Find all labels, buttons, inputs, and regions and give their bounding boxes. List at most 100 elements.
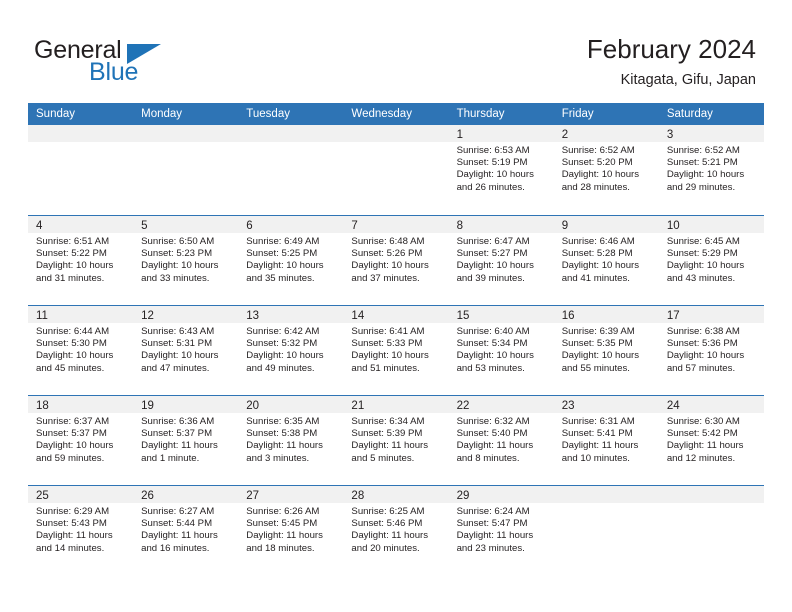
- day-cell-13[interactable]: 13 Sunrise: 6:42 AM Sunset: 5:32 PM Dayligh…: [238, 306, 344, 395]
- day-cell-25[interactable]: 25 Sunrise: 6:29 AM Sunset: 5:43 PM Dayligh…: [28, 486, 134, 575]
- sunrise-line: Sunrise: 6:34 AM: [351, 416, 425, 427]
- sunrise-line: Sunrise: 6:47 AM: [456, 236, 530, 247]
- day-cell-27[interactable]: 27 Sunrise: 6:26 AM Sunset: 5:45 PM Dayligh…: [238, 486, 344, 575]
- sunrise-line: Sunrise: 6:51 AM: [36, 236, 110, 247]
- day-cell-3[interactable]: 3 Sunrise: 6:52 AM Sunset: 5:21 PM Daylight…: [658, 125, 764, 215]
- daylight-line: Daylight: 11 hours and 1 minute.: [141, 440, 218, 464]
- day-cell-18[interactable]: 18 Sunrise: 6:37 AM Sunset: 5:37 PM Dayligh…: [28, 396, 134, 485]
- day-number-band: 28: [343, 486, 449, 503]
- day-info: Sunrise: 6:36 AM Sunset: 5:37 PM Daylight:…: [133, 413, 238, 465]
- day-info: Sunrise: 6:31 AM Sunset: 5:41 PM Daylight:…: [554, 413, 659, 465]
- day-info: Sunrise: 6:48 AM Sunset: 5:26 PM Daylight:…: [343, 233, 448, 285]
- day-cell-17[interactable]: 17 Sunrise: 6:38 AM Sunset: 5:36 PM Dayligh…: [658, 306, 764, 395]
- day-number-band: 17: [658, 306, 764, 323]
- daylight-line: Daylight: 11 hours and 18 minutes.: [246, 530, 323, 554]
- day-cell-5[interactable]: 5 Sunrise: 6:50 AM Sunset: 5:23 PM Daylight…: [133, 216, 239, 305]
- day-number-band: 7: [343, 216, 449, 233]
- day-info: Sunrise: 6:26 AM Sunset: 5:45 PM Daylight:…: [238, 503, 343, 555]
- day-cell-19[interactable]: 19 Sunrise: 6:36 AM Sunset: 5:37 PM Dayligh…: [133, 396, 239, 485]
- day-info: Sunrise: 6:50 AM Sunset: 5:23 PM Daylight:…: [133, 233, 238, 285]
- day-number-band: 3: [658, 125, 764, 142]
- day-number: 19: [141, 400, 154, 412]
- sunrise-line: Sunrise: 6:38 AM: [666, 326, 740, 337]
- daylight-line: Daylight: 10 hours and 55 minutes.: [561, 350, 640, 374]
- day-number-band: 26: [133, 486, 239, 503]
- sunset-line: Sunset: 5:43 PM: [36, 518, 107, 530]
- sunrise-line: Sunrise: 6:31 AM: [561, 416, 635, 427]
- day-cell-12[interactable]: 12 Sunrise: 6:43 AM Sunset: 5:31 PM Dayligh…: [133, 306, 239, 395]
- weekday-header-tuesday: Tuesday: [246, 108, 290, 120]
- day-cell-10[interactable]: 10 Sunrise: 6:45 AM Sunset: 5:29 PM Dayligh…: [658, 216, 764, 305]
- day-number-band: [343, 125, 449, 142]
- day-info: Sunrise: 6:37 AM Sunset: 5:37 PM Daylight:…: [28, 413, 133, 465]
- day-cell-20[interactable]: 20 Sunrise: 6:35 AM Sunset: 5:38 PM Dayligh…: [238, 396, 344, 485]
- calendar-week-row: 11 Sunrise: 6:44 AM Sunset: 5:30 PM Dayligh…: [28, 305, 764, 395]
- daylight-line: Daylight: 11 hours and 12 minutes.: [666, 440, 744, 464]
- sunset-line: Sunset: 5:37 PM: [36, 428, 107, 440]
- day-cell-29[interactable]: 29 Sunrise: 6:24 AM Sunset: 5:47 PM Dayligh…: [448, 486, 554, 575]
- day-number-band: [28, 125, 134, 142]
- sunrise-line: Sunrise: 6:39 AM: [561, 326, 635, 337]
- day-info: Sunrise: 6:30 AM Sunset: 5:42 PM Daylight:…: [659, 413, 764, 465]
- day-cell-21[interactable]: 21 Sunrise: 6:34 AM Sunset: 5:39 PM Dayligh…: [343, 396, 449, 485]
- day-cell-23[interactable]: 23 Sunrise: 6:31 AM Sunset: 5:41 PM Dayligh…: [553, 396, 659, 485]
- day-cell-16[interactable]: 16 Sunrise: 6:39 AM Sunset: 5:35 PM Dayligh…: [553, 306, 659, 395]
- day-info: Sunrise: 6:49 AM Sunset: 5:25 PM Daylight:…: [238, 233, 343, 285]
- day-cell-4[interactable]: 4 Sunrise: 6:51 AM Sunset: 5:22 PM Daylight…: [28, 216, 134, 305]
- sunrise-line: Sunrise: 6:32 AM: [456, 416, 530, 427]
- day-cell-9[interactable]: 9 Sunrise: 6:46 AM Sunset: 5:28 PM Daylight…: [553, 216, 659, 305]
- daylight-line: Daylight: 10 hours and 28 minutes.: [561, 169, 640, 193]
- sunrise-line: Sunrise: 6:40 AM: [456, 326, 530, 337]
- day-cell-26[interactable]: 26 Sunrise: 6:27 AM Sunset: 5:44 PM Dayligh…: [133, 486, 239, 575]
- day-cell-7[interactable]: 7 Sunrise: 6:48 AM Sunset: 5:26 PM Daylight…: [343, 216, 449, 305]
- daylight-line: Daylight: 11 hours and 23 minutes.: [456, 530, 534, 554]
- sunset-line: Sunset: 5:19 PM: [456, 157, 528, 169]
- day-cell-8[interactable]: 8 Sunrise: 6:47 AM Sunset: 5:27 PM Daylight…: [448, 216, 554, 305]
- day-cell-28[interactable]: 28 Sunrise: 6:25 AM Sunset: 5:46 PM Dayligh…: [343, 486, 449, 575]
- day-info: Sunrise: 6:51 AM Sunset: 5:22 PM Daylight:…: [28, 233, 133, 285]
- sunset-line: Sunset: 5:44 PM: [141, 518, 213, 530]
- sunset-line: Sunset: 5:20 PM: [561, 157, 633, 169]
- day-number: 1: [456, 129, 463, 141]
- day-cell-2[interactable]: 2 Sunrise: 6:52 AM Sunset: 5:20 PM Daylight…: [553, 125, 659, 215]
- day-cell-15[interactable]: 15 Sunrise: 6:40 AM Sunset: 5:34 PM Dayligh…: [448, 306, 554, 395]
- day-number: 12: [141, 310, 154, 322]
- daylight-line: Daylight: 10 hours and 35 minutes.: [246, 260, 324, 284]
- daylight-line: Daylight: 10 hours and 53 minutes.: [456, 350, 534, 374]
- day-cell-11[interactable]: 11 Sunrise: 6:44 AM Sunset: 5:30 PM Dayligh…: [28, 306, 134, 395]
- day-info: Sunrise: 6:41 AM Sunset: 5:33 PM Daylight:…: [343, 323, 448, 375]
- day-cell-1[interactable]: 1 Sunrise: 6:53 AM Sunset: 5:19 PM Daylight…: [448, 125, 554, 215]
- weekday-header-monday: Monday: [141, 108, 183, 120]
- day-number: 2: [561, 129, 569, 141]
- day-number-band: 4: [28, 216, 134, 233]
- sunrise-line: Sunrise: 6:52 AM: [666, 145, 740, 156]
- page-subtitle: Kitagata, Gifu, Japan: [620, 72, 756, 88]
- day-cell-22[interactable]: 22 Sunrise: 6:32 AM Sunset: 5:40 PM Dayligh…: [448, 396, 554, 485]
- day-number-band: 6: [238, 216, 344, 233]
- day-number-band: 29: [448, 486, 554, 503]
- general-blue-logo: General Blue: [34, 36, 214, 88]
- sunset-line: Sunset: 5:41 PM: [561, 428, 633, 440]
- daylight-line: Daylight: 11 hours and 3 minutes.: [246, 440, 323, 464]
- day-info: Sunrise: 6:39 AM Sunset: 5:35 PM Daylight:…: [554, 323, 659, 375]
- daylight-line: Daylight: 10 hours and 41 minutes.: [561, 260, 640, 284]
- day-number: 20: [246, 400, 260, 412]
- day-info: Sunrise: 6:46 AM Sunset: 5:28 PM Daylight:…: [554, 233, 659, 285]
- weekday-header-sunday: Sunday: [36, 108, 76, 120]
- daylight-line: Daylight: 10 hours and 33 minutes.: [141, 260, 219, 284]
- day-number-band: 22: [448, 396, 554, 413]
- day-info: Sunrise: 6:52 AM Sunset: 5:20 PM Daylight:…: [554, 142, 659, 194]
- sunrise-line: Sunrise: 6:44 AM: [36, 326, 110, 337]
- daylight-line: Daylight: 11 hours and 5 minutes.: [351, 440, 429, 464]
- day-number: 4: [36, 220, 43, 232]
- weekday-header-wednesday: Wednesday: [351, 108, 412, 120]
- day-info: Sunrise: 6:27 AM Sunset: 5:44 PM Daylight:…: [133, 503, 238, 555]
- daylight-line: Daylight: 10 hours and 45 minutes.: [36, 350, 114, 374]
- day-number: 29: [456, 490, 470, 502]
- sunrise-line: Sunrise: 6:49 AM: [246, 236, 320, 247]
- day-cell-24[interactable]: 24 Sunrise: 6:30 AM Sunset: 5:42 PM Dayligh…: [658, 396, 764, 485]
- sunset-line: Sunset: 5:28 PM: [561, 248, 633, 260]
- day-cell-6[interactable]: 6 Sunrise: 6:49 AM Sunset: 5:25 PM Daylight…: [238, 216, 344, 305]
- day-cell-14[interactable]: 14 Sunrise: 6:41 AM Sunset: 5:33 PM Dayligh…: [343, 306, 449, 395]
- day-info: Sunrise: 6:52 AM Sunset: 5:21 PM Daylight:…: [659, 142, 764, 194]
